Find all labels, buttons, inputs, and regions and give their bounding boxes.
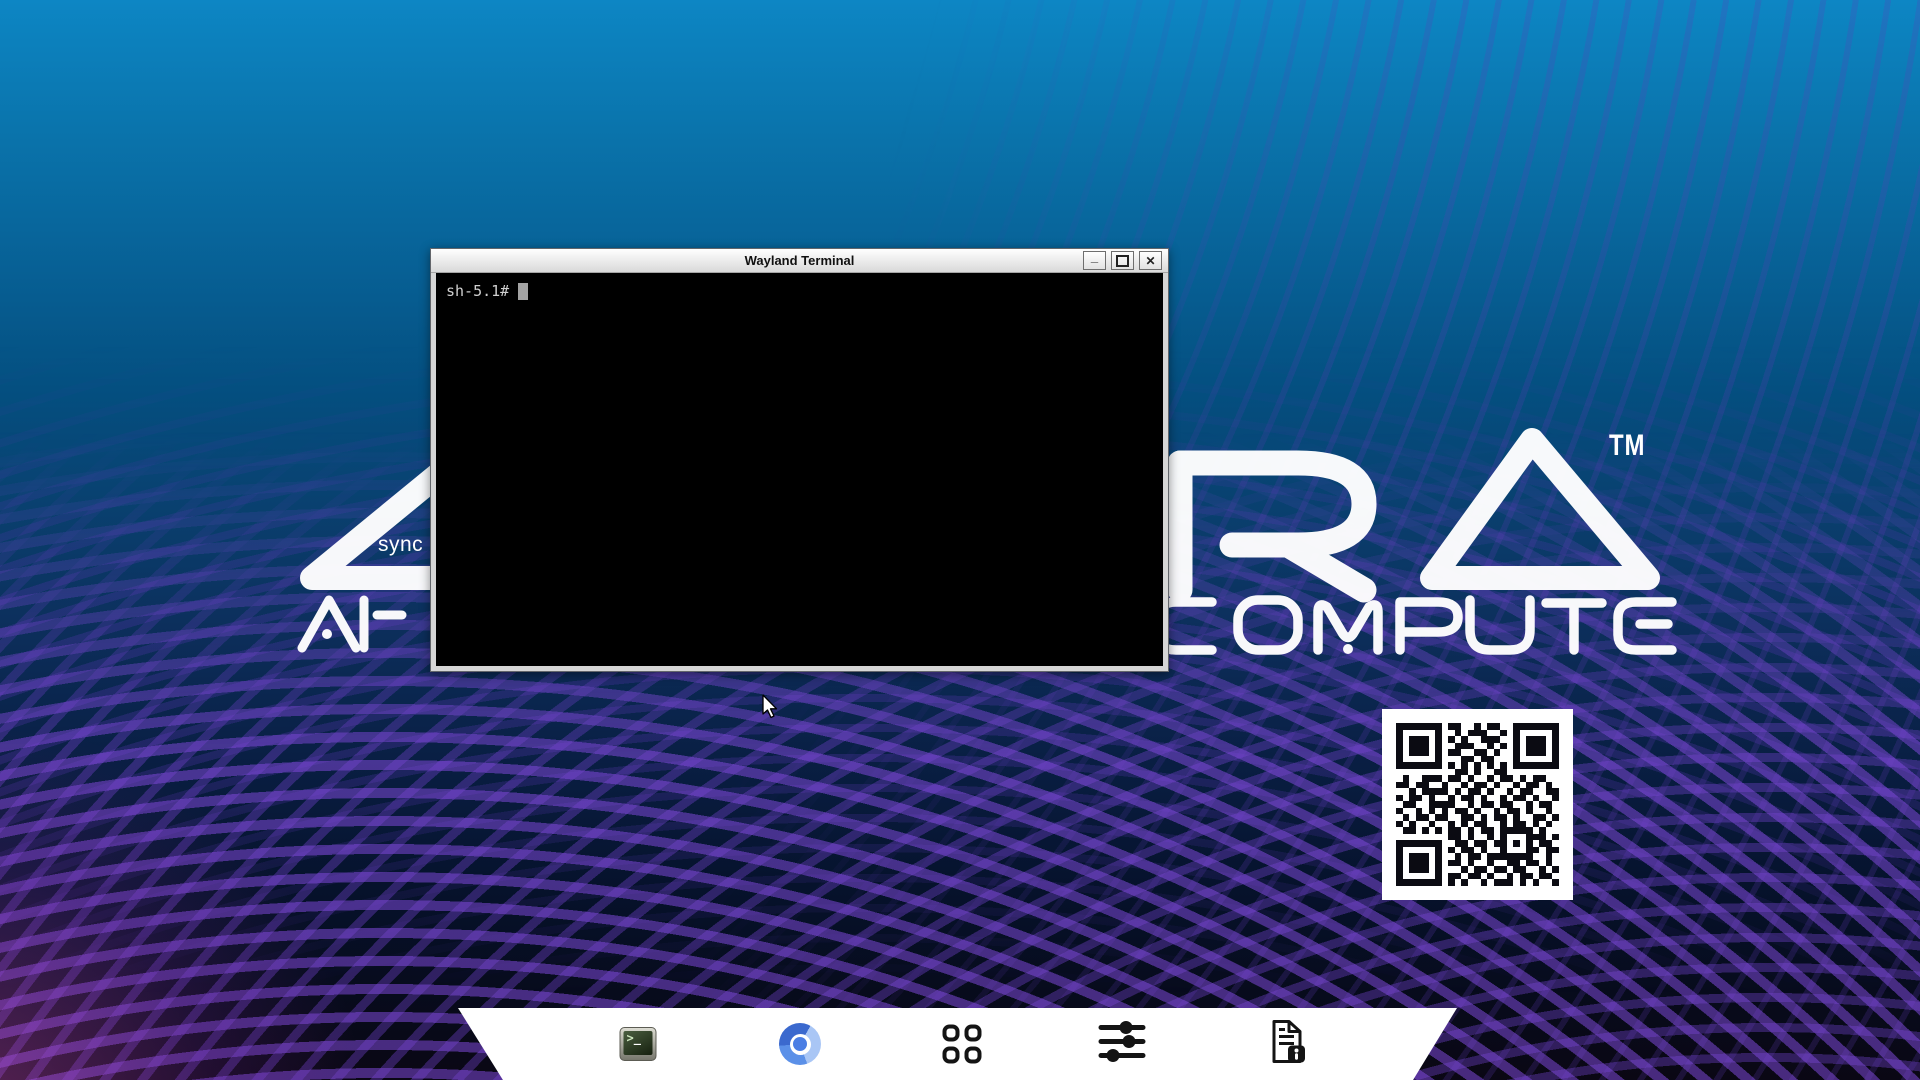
logo-text-ai (302, 600, 402, 648)
desktop: sync TM Wayland Terminal _ ✕ sh-5.1# >_ (0, 0, 1920, 1080)
logo-text-compute (1158, 600, 1672, 654)
chromium-icon (779, 1023, 821, 1065)
minimize-icon: _ (1091, 255, 1098, 259)
terminal-cursor (518, 283, 528, 300)
shell-prompt: sh-5.1# (446, 282, 509, 300)
logo-trademark: TM (1609, 429, 1645, 463)
dock-item-app-grid[interactable] (943, 1025, 982, 1064)
maximize-icon (1116, 255, 1129, 267)
mouse-cursor (761, 694, 781, 720)
terminal-window: Wayland Terminal _ ✕ sh-5.1# (430, 248, 1169, 672)
document-info-icon (1268, 1019, 1308, 1065)
terminal-titlebar[interactable]: Wayland Terminal _ ✕ (431, 249, 1168, 273)
minimize-button[interactable]: _ (1083, 251, 1106, 270)
dock-item-chromium[interactable] (779, 1023, 821, 1065)
dock-item-document-info[interactable] (1268, 1019, 1308, 1070)
terminal-icon: >_ (620, 1027, 657, 1061)
qr-code-grid (1396, 723, 1559, 886)
dock-item-settings[interactable] (1098, 1020, 1146, 1069)
terminal-content[interactable]: sh-5.1# (436, 273, 1163, 666)
window-title: Wayland Terminal (745, 253, 855, 268)
dock-item-terminal[interactable]: >_ (620, 1027, 657, 1061)
maximize-button[interactable] (1111, 251, 1134, 270)
app-grid-icon (943, 1025, 982, 1064)
settings-sliders-icon (1098, 1020, 1146, 1064)
qr-code (1382, 709, 1573, 900)
logo-letter-r (1180, 463, 1364, 590)
close-button[interactable]: ✕ (1139, 251, 1162, 270)
dock: >_ (458, 1008, 1457, 1080)
logo-tagline: sync (378, 533, 423, 557)
close-icon: ✕ (1145, 254, 1155, 268)
